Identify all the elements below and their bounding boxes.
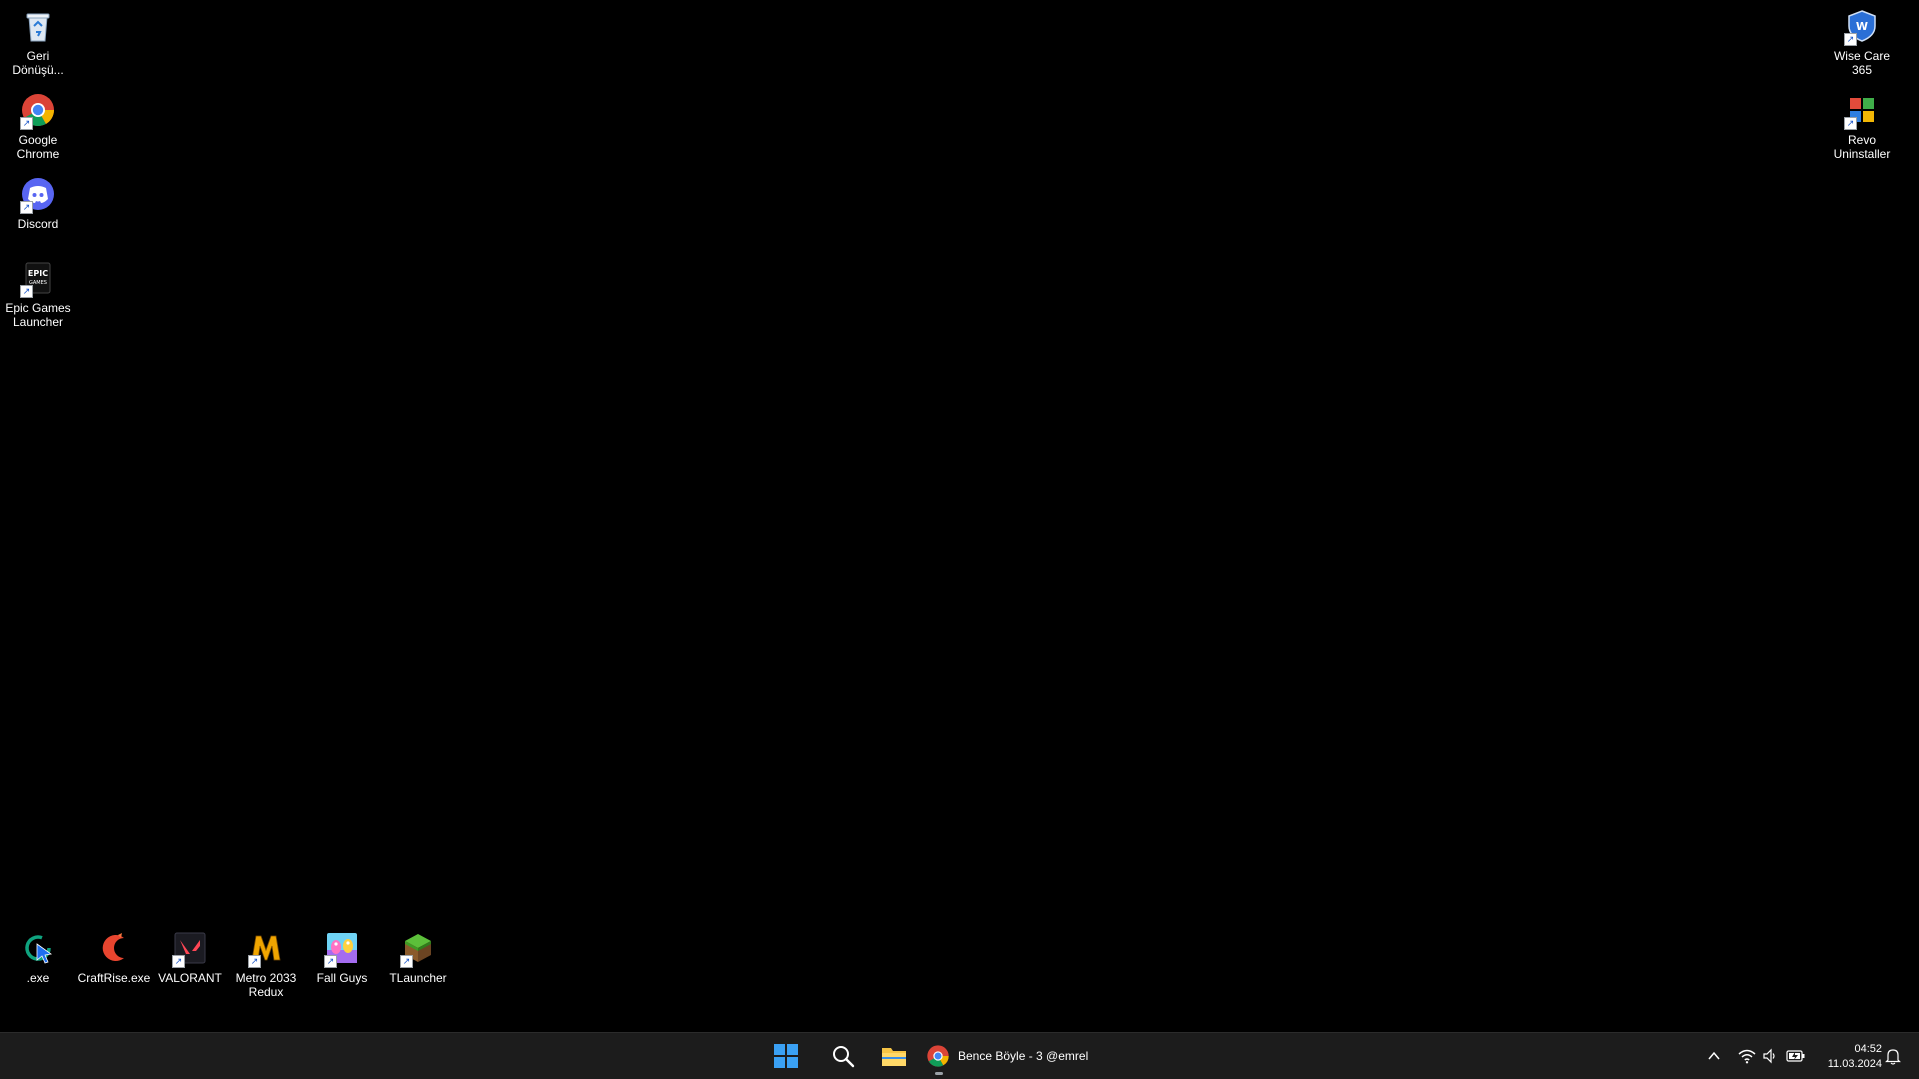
- shortcut-arrow-icon: ↗: [248, 955, 261, 968]
- desktop: Geri Dönüşü... ↗ Google Chrome ↗ Discord…: [0, 0, 1919, 1032]
- notification-bell-icon: [1885, 1049, 1901, 1065]
- desktop-icon-google-chrome[interactable]: ↗ Google Chrome: [0, 86, 76, 161]
- shortcut-arrow-icon: ↗: [20, 285, 33, 298]
- epic-games-icon: EPIC GAMES ↗: [18, 258, 58, 298]
- revo-uninstaller-icon: ↗: [1842, 90, 1882, 130]
- desktop-icon-label: TLauncher: [389, 971, 447, 985]
- desktop-icon-label: Epic Games Launcher: [5, 301, 71, 329]
- network-button[interactable]: [1735, 1037, 1759, 1075]
- chrome-icon: ↗: [18, 90, 58, 130]
- desktop-icon-label: VALORANT: [158, 971, 222, 985]
- clock-date: 11.03.2024: [1827, 1058, 1882, 1070]
- desktop-icon-label: Google Chrome: [16, 133, 60, 161]
- desktop-icon-label: Revo Uninstaller: [1833, 133, 1891, 161]
- taskbar-window-title: Bence Böyle - 3 @emrel: [958, 1049, 1089, 1063]
- start-button[interactable]: [764, 1037, 808, 1075]
- desktop-icon-epic-games[interactable]: EPIC GAMES ↗ Epic Games Launcher: [0, 254, 76, 329]
- taskbar: Bence Böyle - 3 @emrel 04:52 11.03.2024: [0, 1032, 1919, 1079]
- desktop-icon-label: CraftRise.exe: [77, 971, 151, 985]
- tlauncher-icon: ↗: [398, 928, 438, 968]
- chevron-up-icon: [1708, 1051, 1720, 1060]
- shortcut-arrow-icon: ↗: [20, 201, 33, 214]
- desktop-icon-recycle-bin[interactable]: Geri Dönüşü...: [0, 2, 76, 77]
- svg-text:EPIC: EPIC: [28, 269, 48, 278]
- desktop-icon-valorant[interactable]: ↗ VALORANT: [152, 924, 228, 985]
- speaker-icon: [1763, 1048, 1775, 1064]
- search-button[interactable]: [821, 1037, 865, 1075]
- craftrise-icon: [94, 928, 134, 968]
- taskbar-chrome-window[interactable]: Bence Böyle - 3 @emrel: [920, 1037, 1106, 1075]
- fall-guys-icon: ↗: [322, 928, 362, 968]
- exe-refresh-icon: [18, 928, 58, 968]
- metro-2033-icon: ↗: [246, 928, 286, 968]
- desktop-icon-discord[interactable]: ↗ Discord: [0, 170, 76, 231]
- running-indicator: [935, 1072, 943, 1075]
- desktop-icon-label: .exe: [26, 971, 50, 985]
- desktop-icon-label: Fall Guys: [316, 971, 368, 985]
- battery-button[interactable]: [1783, 1037, 1809, 1075]
- desktop-icon-fall-guys[interactable]: ↗ Fall Guys: [304, 924, 380, 985]
- desktop-icon-exe[interactable]: .exe: [0, 924, 76, 985]
- shortcut-arrow-icon: ↗: [172, 955, 185, 968]
- file-explorer-icon: [882, 1048, 906, 1066]
- windows-start-icon: [774, 1044, 798, 1068]
- desktop-icon-label: Wise Care 365: [1833, 49, 1890, 77]
- volume-button[interactable]: [1759, 1037, 1781, 1075]
- tray-overflow-button[interactable]: [1703, 1037, 1725, 1075]
- desktop-icon-revo-uninstaller[interactable]: ↗ Revo Uninstaller: [1824, 86, 1900, 161]
- file-explorer-button[interactable]: [872, 1037, 916, 1075]
- discord-icon: ↗: [18, 174, 58, 214]
- battery-icon: [1786, 1050, 1805, 1062]
- shortcut-arrow-icon: ↗: [1844, 117, 1857, 130]
- desktop-icon-tlauncher[interactable]: ↗ TLauncher: [380, 924, 456, 985]
- shortcut-arrow-icon: ↗: [20, 117, 33, 130]
- recycle-bin-icon: [18, 6, 58, 46]
- taskbar-clock[interactable]: 04:52 11.03.2024: [1810, 1042, 1882, 1072]
- chrome-icon: [927, 1045, 949, 1067]
- desktop-icon-label: Discord: [17, 217, 59, 231]
- valorant-icon: ↗: [170, 928, 210, 968]
- desktop-icon-label: Metro 2033 Redux: [235, 971, 297, 999]
- wise-care-icon: W ↗: [1842, 6, 1882, 46]
- desktop-icon-label: Geri Dönüşü...: [12, 49, 64, 77]
- search-icon: [833, 1046, 855, 1068]
- svg-text:W: W: [1856, 20, 1868, 33]
- shortcut-arrow-icon: ↗: [400, 955, 413, 968]
- wifi-icon: [1738, 1049, 1756, 1064]
- desktop-icon-craftrise[interactable]: CraftRise.exe: [76, 924, 152, 985]
- desktop-icon-wise-care[interactable]: W ↗ Wise Care 365: [1824, 2, 1900, 77]
- shortcut-arrow-icon: ↗: [1844, 33, 1857, 46]
- notifications-button[interactable]: [1881, 1037, 1905, 1075]
- desktop-icon-metro-2033[interactable]: ↗ Metro 2033 Redux: [228, 924, 304, 999]
- clock-time: 04:52: [1854, 1043, 1882, 1055]
- shortcut-arrow-icon: ↗: [324, 955, 337, 968]
